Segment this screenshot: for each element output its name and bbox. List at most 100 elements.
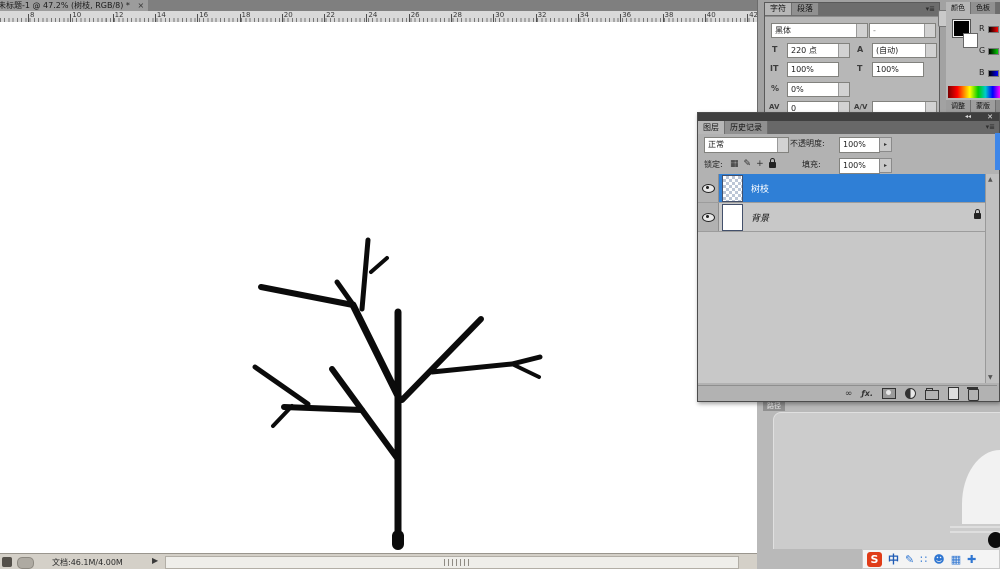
panel-menu-icon[interactable]: ▾≣ bbox=[926, 5, 935, 13]
layers-panel-titlebar[interactable]: ◂◂ ✕ bbox=[698, 113, 999, 121]
status-arrow-icon[interactable]: ▶ bbox=[152, 556, 158, 565]
scroll-down-icon[interactable]: ▼ bbox=[988, 374, 993, 381]
document-title: 未标题-1 @ 47.2% (树枝, RGB/8) * bbox=[0, 0, 130, 11]
scroll-up-icon[interactable]: ▲ bbox=[988, 176, 993, 183]
channel-gradient-slider[interactable] bbox=[988, 48, 999, 55]
ime-logo-icon[interactable]: S bbox=[867, 552, 882, 567]
ruler-number: 16 bbox=[199, 11, 208, 19]
adjust-icon[interactable] bbox=[905, 388, 916, 399]
blend-mode-select[interactable]: 正常 bbox=[704, 137, 789, 153]
scrollbar-thumb[interactable] bbox=[444, 559, 470, 566]
font-style-select[interactable]: - bbox=[869, 23, 936, 38]
background-color-swatch[interactable] bbox=[963, 33, 978, 48]
channel-gradient-slider[interactable] bbox=[988, 26, 999, 33]
layer-row[interactable]: 树枝 bbox=[698, 174, 997, 203]
keyboard-icon[interactable]: ▦ bbox=[951, 553, 961, 566]
tab-history[interactable]: 历史记录 bbox=[725, 121, 768, 134]
ruler-major-tick bbox=[409, 14, 410, 22]
group-icon[interactable] bbox=[925, 390, 939, 400]
channel-gradient-slider[interactable] bbox=[988, 70, 999, 77]
chevron-down-icon[interactable] bbox=[777, 138, 788, 152]
layers-bottom-toolbar: ∞ ƒx. bbox=[698, 385, 997, 401]
chevron-down-icon[interactable] bbox=[925, 44, 936, 57]
transparency-lock-icon[interactable]: ▦ bbox=[730, 158, 739, 171]
ruler-number: 38 bbox=[665, 11, 674, 19]
font-size-icon: T bbox=[772, 43, 777, 56]
panel-menu-icon[interactable]: ▾≣ bbox=[986, 123, 995, 131]
mask-icon[interactable] bbox=[882, 388, 896, 399]
adjustments-masks-tabs: 调整蒙版 bbox=[946, 100, 1000, 112]
tab-color[interactable]: 颜色 bbox=[946, 2, 971, 14]
fill-scrub-button[interactable]: ▸ bbox=[879, 158, 892, 173]
visibility-toggle[interactable] bbox=[698, 203, 719, 231]
close-panel-icon[interactable]: ✕ bbox=[987, 113, 993, 121]
leading-select[interactable]: (自动) bbox=[872, 43, 937, 58]
pen-icon[interactable]: ✎ bbox=[905, 553, 914, 566]
move-lock-icon[interactable]: + bbox=[756, 158, 764, 171]
tab-masks[interactable]: 蒙版 bbox=[971, 100, 996, 112]
chevron-down-icon[interactable] bbox=[924, 24, 935, 37]
font-family-select[interactable]: 黑体 bbox=[771, 23, 868, 38]
opacity-scrub-button[interactable]: ▸ bbox=[879, 137, 892, 152]
ruler-major-tick bbox=[113, 14, 114, 22]
paint-lock-icon[interactable]: ✎ bbox=[744, 158, 752, 171]
ruler-number: 20 bbox=[284, 11, 293, 19]
ruler-major-tick bbox=[70, 14, 71, 22]
horizontal-scale-icon: T bbox=[857, 62, 862, 75]
layer-row[interactable]: 背景 bbox=[698, 203, 997, 232]
window-edge-strip bbox=[995, 133, 1000, 170]
tab-character[interactable]: 字符 bbox=[765, 3, 792, 15]
tab-close-icon[interactable]: × bbox=[137, 1, 144, 10]
tab-adjustments[interactable]: 调整 bbox=[946, 100, 971, 112]
proportional-spacing-icon: % bbox=[771, 82, 779, 95]
grid-icon[interactable]: ∷ bbox=[920, 553, 927, 566]
document-tab[interactable]: 未标题-1 @ 47.2% (树枝, RGB/8) * × bbox=[0, 0, 148, 11]
ime-icons: ✎ ∷ ☻ ▦ ✚ bbox=[905, 553, 976, 566]
new-layer-icon[interactable] bbox=[948, 387, 959, 400]
all-lock-icon[interactable] bbox=[769, 162, 776, 168]
ime-mode-toggle[interactable]: 中 bbox=[888, 551, 899, 567]
ruler-number: 32 bbox=[538, 11, 547, 19]
ruler-major-tick bbox=[705, 14, 706, 22]
visibility-toggle[interactable] bbox=[698, 174, 719, 202]
chevron-down-icon[interactable] bbox=[856, 24, 867, 37]
color-spectrum-bar[interactable] bbox=[948, 86, 1000, 98]
ruler-major-tick bbox=[536, 14, 537, 22]
tab-layers[interactable]: 图层 bbox=[698, 121, 725, 134]
link-icon[interactable]: ∞ bbox=[845, 389, 853, 399]
tree-lower-left-diagonal bbox=[332, 369, 397, 458]
ruler-major-tick bbox=[28, 14, 29, 22]
tab-paragraph[interactable]: 段落 bbox=[792, 3, 819, 15]
user-icon[interactable]: ☻ bbox=[933, 553, 944, 566]
font-size-select[interactable]: 220 点 bbox=[787, 43, 850, 58]
layer-main[interactable]: 树枝 bbox=[719, 174, 997, 202]
horizontal-scale-field[interactable]: 100% bbox=[872, 62, 924, 77]
eye-icon bbox=[702, 184, 715, 193]
horizontal-scrollbar[interactable] bbox=[165, 556, 739, 569]
tab-swatches[interactable]: 色板 bbox=[971, 2, 996, 14]
collapse-panel-icon[interactable]: ◂◂ bbox=[965, 113, 971, 121]
tree-main-branch-diagonal bbox=[353, 305, 400, 400]
layers-panel: ◂◂ ✕ 图层历史记录 ▾≣ 正常 不透明度: 100% ▸ 锁定: ▦✎+ 填… bbox=[697, 112, 1000, 402]
layer-thumbnail[interactable] bbox=[722, 204, 743, 231]
color-panel-body: RGB bbox=[946, 14, 1000, 100]
ruler-major-tick bbox=[620, 14, 621, 22]
status-zoom-control[interactable] bbox=[17, 557, 34, 569]
layer-thumbnail[interactable] bbox=[722, 175, 743, 202]
fill-field[interactable]: 100% bbox=[839, 158, 880, 174]
chevron-down-icon[interactable] bbox=[838, 44, 849, 57]
tab-paths[interactable]: 路径 bbox=[763, 401, 785, 411]
ruler-major-tick bbox=[155, 14, 156, 22]
ruler-number: 36 bbox=[622, 11, 631, 19]
vertical-scale-field[interactable]: 100% bbox=[787, 62, 839, 77]
ruler-number: 28 bbox=[453, 11, 462, 19]
trash-icon[interactable] bbox=[968, 389, 979, 401]
layers-scrollbar[interactable]: ▲ ▼ bbox=[985, 174, 999, 383]
layer-main[interactable]: 背景 bbox=[719, 203, 997, 231]
fx-icon[interactable]: ƒx. bbox=[861, 389, 873, 399]
chevron-down-icon[interactable] bbox=[838, 83, 849, 96]
tool-icon[interactable]: ✚ bbox=[967, 553, 976, 566]
opacity-field[interactable]: 100% bbox=[839, 137, 880, 153]
channel-label: R bbox=[979, 24, 985, 33]
proportional-spacing-select[interactable]: 0% bbox=[787, 82, 850, 97]
